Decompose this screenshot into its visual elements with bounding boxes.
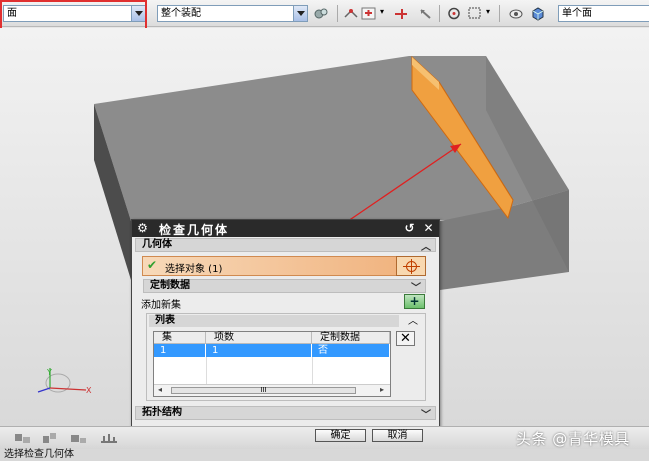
chevron-down-icon[interactable]: ▾ [380, 7, 384, 16]
add-new-set-label: 添加新集 [141, 300, 181, 311]
chevron-down-icon[interactable]: ﹀ [411, 279, 421, 294]
scroll-left-icon[interactable]: ◂ [158, 385, 162, 394]
status-bar: 选择检查几何体 [0, 449, 649, 461]
scroll-thumb[interactable]: III [171, 387, 356, 394]
close-icon[interactable]: ✕ [421, 221, 436, 236]
select-object-row[interactable]: ✔ 选择对象 (1) [142, 256, 426, 276]
red-highlight-box [0, 0, 147, 31]
dialog-titlebar[interactable]: ⚙ 检查几何体 ↺ ✕ [132, 220, 439, 237]
custom-data-header[interactable]: 定制数据 ﹀ [143, 279, 426, 294]
column-header-count[interactable]: 项数 [206, 332, 312, 344]
intersection-icon[interactable] [393, 6, 409, 21]
column-header-custom-data[interactable]: 定制数据 [312, 332, 390, 344]
reset-icon[interactable]: ↺ [402, 221, 417, 236]
watermark: 头条 @青华模具 [516, 430, 630, 448]
scope-filter-value: 整个装配 [161, 8, 201, 19]
check-icon: ✔ [147, 258, 158, 272]
geometry-section-label: 几何体 [142, 239, 172, 250]
view-icon[interactable] [508, 6, 524, 21]
component-icon[interactable] [14, 432, 32, 444]
select-object-label: 选择对象 (1) [165, 264, 223, 275]
horizontal-scrollbar[interactable]: ◂ III ▸ [154, 384, 390, 396]
table-cell[interactable]: 1 [206, 344, 312, 357]
topology-section-header[interactable]: 拓扑结构 ﹀ [135, 406, 436, 421]
custom-data-label: 定制数据 [150, 280, 190, 291]
rectangle-select-icon[interactable] [467, 6, 483, 21]
geometry-section-header[interactable]: 几何体 ︿ [135, 238, 436, 253]
list-section-label: 列表 [149, 315, 399, 327]
select-object-button[interactable] [396, 256, 426, 276]
svg-text:X: X [86, 386, 92, 395]
snap-point-icon[interactable] [343, 6, 359, 21]
arrangement-icon[interactable] [100, 432, 118, 444]
add-new-set-button[interactable]: + [404, 294, 425, 309]
cancel-button[interactable]: 取消 [372, 429, 423, 442]
svg-text:Y: Y [46, 368, 52, 377]
assembly-icon[interactable] [41, 432, 59, 444]
scope-filter-dropdown[interactable]: 整个装配 [157, 5, 308, 22]
ok-button[interactable]: 确定 [315, 429, 366, 442]
scroll-right-icon[interactable]: ▸ [380, 385, 384, 394]
selection-intent-dropdown[interactable]: 单个面 [558, 5, 649, 22]
constraint-icon[interactable] [70, 432, 88, 444]
chevron-up-icon[interactable]: ︿ [421, 238, 431, 253]
set-list-table[interactable]: 集 项数 定制数据 1 1 否 ◂ III ▸ [153, 331, 391, 397]
gear-icon[interactable]: ⚙ [135, 221, 150, 236]
chevron-down-icon[interactable] [293, 6, 307, 21]
chevron-down-icon[interactable]: ﹀ [421, 406, 431, 421]
quick-pick-icon[interactable] [418, 6, 434, 21]
chevron-down-icon[interactable]: ▾ [486, 7, 490, 16]
selection-intent-value: 单个面 [562, 8, 592, 19]
table-cell[interactable]: 否 [312, 344, 390, 357]
column-header-set[interactable]: 集 [154, 332, 206, 344]
chevron-up-icon[interactable]: ︿ [408, 312, 418, 327]
table-cell[interactable]: 1 [154, 344, 206, 357]
circle-select-icon[interactable] [446, 6, 462, 21]
dialog-title: 检查几何体 [159, 223, 230, 237]
point-dialog-icon[interactable] [361, 6, 377, 21]
crosshair-icon [406, 261, 417, 272]
filter-icon[interactable] [313, 6, 329, 21]
delete-set-button[interactable]: ✕ [396, 331, 415, 346]
cube-icon[interactable] [530, 6, 546, 21]
topology-section-label: 拓扑结构 [142, 407, 182, 418]
status-text: 选择检查几何体 [4, 449, 74, 460]
